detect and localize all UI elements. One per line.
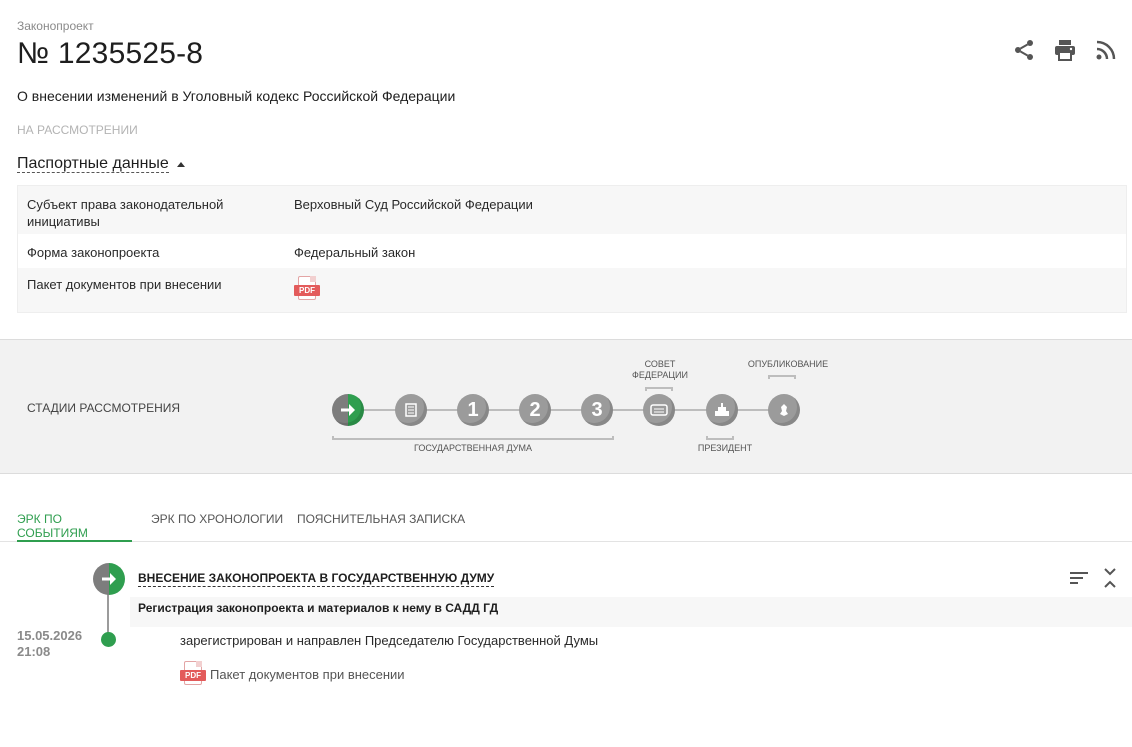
stage-reading-3-icon[interactable]: 3 [581, 394, 613, 426]
stage-submission-icon[interactable] [332, 394, 364, 426]
bill-number: № 1235525-8 [17, 37, 204, 70]
event-title[interactable]: ВНЕСЕНИЕ ЗАКОНОПРОЕКТА В ГОСУДАРСТВЕННУЮ… [138, 571, 495, 587]
stage-label-publication: ОПУБЛИКОВАНИЕ [747, 359, 829, 369]
tab-chronology[interactable]: ЭРК ПО ХРОНОЛОГИИ [151, 512, 283, 542]
print-icon[interactable] [1053, 38, 1077, 62]
rss-icon[interactable] [1094, 38, 1118, 62]
passport-key: Форма законопроекта [27, 245, 160, 260]
bracket-publication [768, 375, 796, 379]
stage-label-president: ПРЕЗИДЕНТ [697, 443, 753, 453]
tabs-bar: ЭРК ПО СОБЫТИЯМ ЭРК ПО ХРОНОЛОГИИ ПОЯСНИ… [0, 500, 1132, 542]
share-icon[interactable] [1012, 38, 1036, 62]
stages-title: СТАДИИ РАССМОТРЕНИЯ [27, 401, 181, 415]
passport-table: Субъект права законодательной инициативы… [17, 185, 1127, 313]
stage-label-duma: ГОСУДАРСТВЕННАЯ ДУМА [413, 443, 532, 453]
event-subtitle: Регистрация законопроекта и материалов к… [130, 597, 1132, 627]
event-date: 15.05.2026 [17, 628, 83, 643]
passport-key: Субъект права законодательной инициативы [27, 197, 224, 229]
bill-status: НА РАССМОТРЕНИИ [17, 123, 138, 137]
stage-reading-2-icon[interactable]: 2 [519, 394, 551, 426]
collapse-icon[interactable] [1099, 567, 1121, 589]
passport-value: Федеральный закон [294, 245, 416, 260]
caret-up-icon [176, 161, 185, 167]
event-time: 21:08 [17, 644, 51, 659]
timeline-dot [101, 632, 116, 647]
event-description: зарегистрирован и направлен Председателю… [180, 633, 599, 648]
stage-publication-icon[interactable] [768, 394, 800, 426]
sort-icon[interactable] [1068, 567, 1090, 589]
stage-label-council: СОВЕТ ФЕДЕРАЦИИ [632, 359, 688, 380]
stage-reading-1-icon[interactable]: 1 [457, 394, 489, 426]
bracket-duma [332, 436, 614, 440]
passport-toggle-label: Паспортные данные [17, 155, 169, 173]
passport-row: Пакет документов при внесении PDF [18, 268, 1126, 312]
tab-explanatory-note[interactable]: ПОЯСНИТЕЛЬНАЯ ЗАПИСКА [297, 512, 465, 542]
stage-federation-council-icon[interactable] [643, 394, 675, 426]
passport-value: PDF [294, 276, 1126, 312]
pdf-file-icon: PDF [180, 661, 206, 687]
passport-row: Субъект права законодательной инициативы… [18, 186, 1126, 236]
page-actions [992, 38, 1132, 62]
pdf-badge: PDF [180, 670, 206, 681]
pdf-file-icon[interactable]: PDF [294, 276, 320, 302]
pdf-badge: PDF [294, 285, 320, 296]
bill-type-label: Законопроект [17, 19, 94, 33]
passport-toggle[interactable]: Паспортные данные [17, 155, 185, 173]
event-document-link[interactable]: PDF Пакет документов при внесении [180, 661, 405, 687]
event-document-label: Пакет документов при внесении [210, 666, 405, 682]
bill-title: О внесении изменений в Уголовный кодекс … [17, 88, 456, 104]
tab-events[interactable]: ЭРК ПО СОБЫТИЯМ [17, 512, 132, 542]
stage-preliminary-icon[interactable] [395, 394, 427, 426]
passport-row: Форма законопроекта Федеральный закон [18, 236, 1126, 268]
stage-president-icon[interactable] [706, 394, 738, 426]
bracket-president [706, 436, 734, 440]
passport-key: Пакет документов при внесении [27, 277, 222, 292]
stages-panel: СТАДИИ РАССМОТРЕНИЯ 1 2 3 СОВЕТ ФЕДЕРАЦИ… [0, 339, 1132, 474]
bracket-council [645, 387, 673, 391]
event-submission-icon [93, 563, 125, 595]
passport-value: Верховный Суд Российской Федерации [294, 197, 533, 212]
event-datetime: 15.05.2026 21:08 [17, 628, 82, 660]
